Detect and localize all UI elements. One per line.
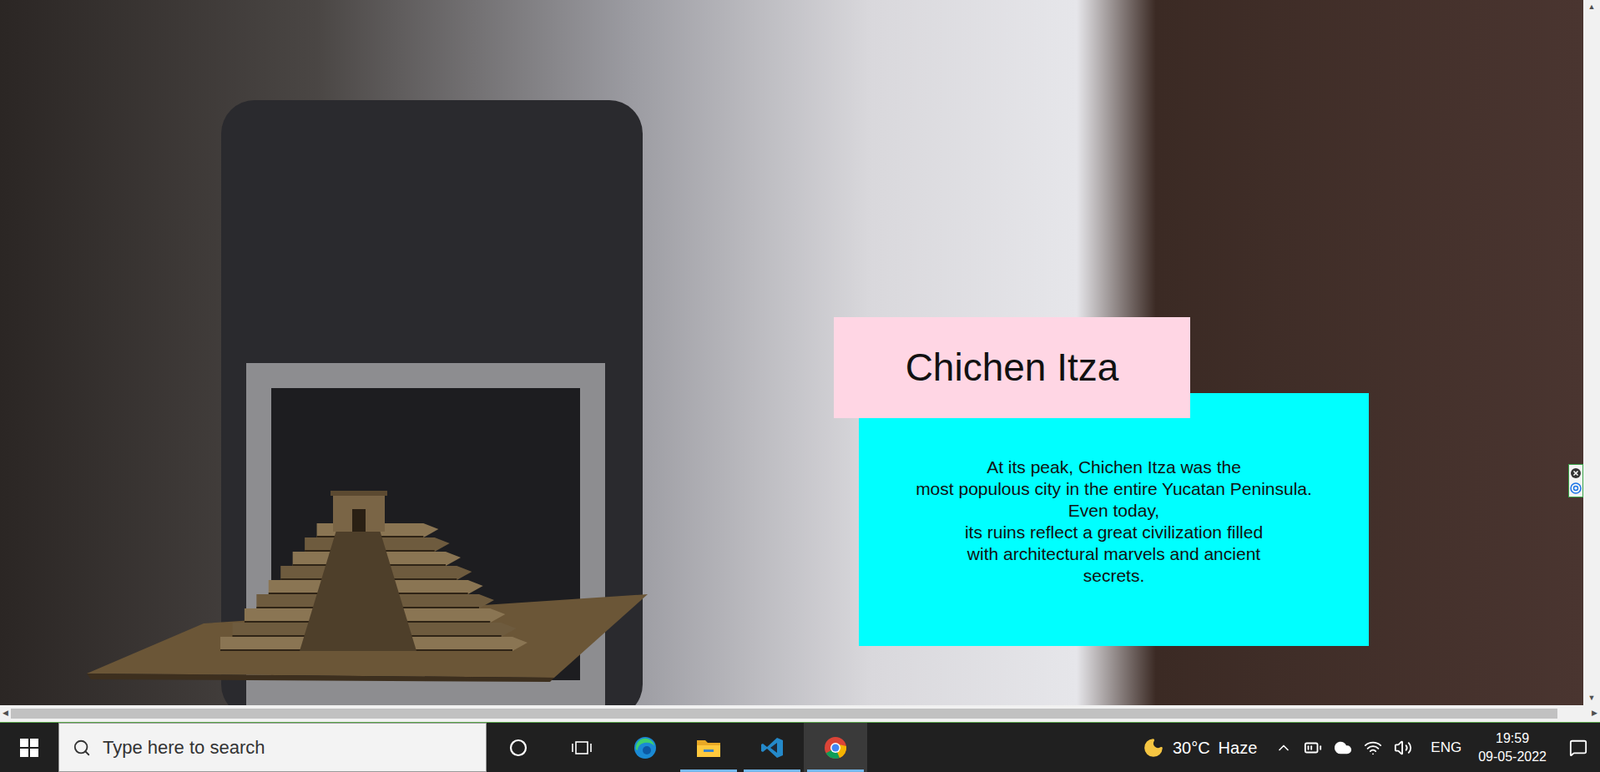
- info-card: At its peak, Chichen Itza was themost po…: [858, 393, 1369, 647]
- close-icon[interactable]: [1569, 467, 1582, 480]
- taskbar-button[interactable]: [676, 722, 741, 772]
- cloud-icon[interactable]: [1333, 738, 1353, 758]
- moon-icon: [1142, 736, 1165, 759]
- info-line: its ruins reflect a great civilization f…: [964, 521, 1263, 544]
- taskbar: Type here to search30°CHazeENG19:5909-05…: [0, 721, 1600, 772]
- info-line: most populous city in the entire Yucatan…: [915, 478, 1313, 500]
- title-card: Chichen Itza: [833, 317, 1191, 419]
- scroll-track: [10, 708, 1590, 719]
- volume-icon[interactable]: [1393, 738, 1413, 758]
- language-indicator[interactable]: ENG: [1423, 722, 1469, 772]
- notification-button[interactable]: [1556, 722, 1600, 772]
- taskbar-button[interactable]: [613, 722, 677, 772]
- running-indicator: [807, 769, 864, 772]
- scroll-down-button[interactable]: ▼: [1588, 692, 1596, 705]
- system-tray: [1263, 722, 1424, 772]
- info-line: At its peak, Chichen Itza was the: [986, 456, 1242, 479]
- start-button[interactable]: [0, 722, 59, 772]
- search-icon: [72, 738, 91, 758]
- running-indicator: [680, 769, 737, 772]
- title: Chichen Itza: [905, 338, 1120, 397]
- taskbar-button[interactable]: [550, 722, 614, 772]
- taskbar-button[interactable]: [740, 722, 804, 772]
- scroll-up-button[interactable]: ▲: [1588, 1, 1596, 14]
- vertical-scrollbar[interactable]: ▲▼: [1583, 0, 1600, 706]
- task-view-icon: [570, 737, 593, 758]
- desktop: At its peak, Chichen Itza was themost po…: [0, 0, 1600, 772]
- weather-widget[interactable]: 30°C Haze: [1135, 722, 1264, 772]
- edge-icon: [632, 735, 658, 761]
- chevron-up-icon[interactable]: [1275, 739, 1293, 757]
- taskbar-button[interactable]: [486, 722, 551, 772]
- clock-date: 09-05-2022: [1478, 747, 1547, 767]
- browser-viewport: At its peak, Chichen Itza was themost po…: [0, 0, 1600, 706]
- cortana-icon: [508, 737, 529, 758]
- battery-icon[interactable]: [1303, 738, 1323, 758]
- notification-icon: [1569, 738, 1588, 758]
- weather-condition: Haze: [1218, 735, 1258, 761]
- search-placeholder: Type here to search: [102, 733, 265, 762]
- folder-icon: [696, 736, 722, 759]
- chrome-icon: [822, 735, 848, 761]
- temperature: 30°C: [1172, 735, 1211, 761]
- scroll-left-button[interactable]: ◀: [2, 707, 9, 720]
- info-line: Even today,: [1068, 499, 1160, 522]
- windows-logo-icon: [20, 738, 39, 758]
- info-line: with architectural marvels and ancient: [967, 543, 1261, 566]
- info-line: secrets.: [1083, 565, 1146, 587]
- vscode-icon: [760, 736, 784, 760]
- running-indicator: [743, 769, 801, 772]
- pyramid-model-icon: [86, 469, 648, 682]
- ar-view: At its peak, Chichen Itza was themost po…: [0, 0, 1584, 706]
- clock[interactable]: 19:5909-05-2022: [1468, 722, 1557, 772]
- wifi-icon[interactable]: [1363, 738, 1383, 758]
- horizontal-scrollbar[interactable]: ◀▶: [0, 705, 1600, 722]
- extension-widget: [1568, 464, 1584, 498]
- taskbar-button[interactable]: [803, 722, 868, 772]
- extension-icon[interactable]: [1569, 482, 1582, 495]
- scroll-thumb[interactable]: [10, 708, 1558, 719]
- search-box[interactable]: Type here to search: [58, 722, 487, 772]
- clock-time: 19:59: [1495, 729, 1530, 748]
- scroll-right-button[interactable]: ▶: [1591, 707, 1598, 720]
